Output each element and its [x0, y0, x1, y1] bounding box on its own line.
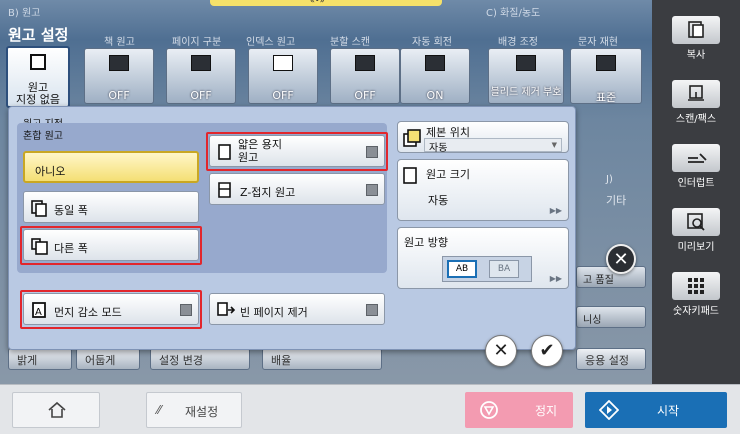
orientation-options: AB BA: [442, 256, 532, 282]
tile-index[interactable]: OFF: [248, 48, 318, 104]
right-sidebar: 복사 스캔/팩스 인터럽트 미리보기 숫자키패드: [652, 0, 740, 384]
tile-original-spec[interactable]: 원고 지정 없음: [6, 46, 70, 108]
tile-bg-adjust[interactable]: 블리드 제거 부호: [488, 48, 564, 104]
highlight-thin-paper: [206, 132, 388, 171]
home-button[interactable]: [12, 392, 100, 428]
scan-icon: [688, 85, 704, 101]
tile-book[interactable]: OFF: [84, 48, 154, 104]
start-icon: [599, 400, 619, 420]
original-spec-dialog: 원고 지정 혼합 원고 아니오 동일 폭 다른 폭 얇은 용지 원고 Z-접지 …: [8, 106, 576, 367]
blank-page-icon: [217, 302, 236, 316]
tab-split-label: 분할 스캔: [330, 37, 370, 48]
page-title: 원고 설정: [8, 26, 69, 44]
same-width-icon: [31, 200, 47, 217]
split-scan-icon: [355, 55, 375, 71]
highlight-dust: [20, 290, 202, 329]
group-c-label: C) 화질/농도: [486, 8, 541, 19]
tab-rotate-label: 자동 회전: [412, 37, 452, 48]
func-j-label: J): [606, 174, 613, 185]
orientation-panel[interactable]: 원고 방향 AB BA ▶▶: [397, 227, 569, 289]
index-icon: [273, 55, 293, 71]
reset-icon: ⁄⁄: [157, 403, 162, 417]
binding-combo[interactable]: 자동 ▼: [424, 138, 562, 154]
dark-button[interactable]: 어둡게: [76, 348, 140, 370]
tab-bg-label: 배경 조정: [498, 37, 538, 48]
start-button[interactable]: 시작: [585, 392, 727, 428]
preview-icon: [687, 213, 705, 231]
ratio-button[interactable]: 배율: [262, 348, 382, 370]
blank-checkbox[interactable]: [366, 304, 378, 316]
no-button[interactable]: 아니오: [23, 151, 199, 183]
chevron-down-icon: ▼: [551, 141, 557, 149]
tab-page-label: 페이지 구분: [172, 37, 222, 48]
highlight-diff-width: [20, 226, 202, 265]
tile-page-separate[interactable]: OFF: [166, 48, 236, 104]
bright-button[interactable]: 밝게: [8, 348, 72, 370]
sidebar-item-preview[interactable]: 미리보기: [652, 202, 740, 253]
sidebar-item-copy[interactable]: 복사: [652, 10, 740, 61]
change-setting-button[interactable]: 설정 변경: [150, 348, 250, 370]
home-icon: [48, 401, 66, 418]
text-repro-icon: [596, 55, 616, 71]
book-icon: [109, 55, 129, 71]
tile-split-scan[interactable]: OFF: [330, 48, 400, 104]
ok-button[interactable]: ✔: [531, 335, 563, 367]
forward-arrow-icon: ▶▶: [549, 206, 562, 215]
mixed-label: 혼합 원고: [23, 131, 63, 142]
page-split-icon: [191, 55, 211, 71]
copy-icon: [688, 21, 704, 38]
reset-button[interactable]: ⁄⁄ 재설정: [146, 392, 242, 428]
forward-arrow-icon: ▶▶: [549, 274, 562, 283]
same-width-button[interactable]: 동일 폭: [23, 191, 199, 223]
orientation-ba-icon[interactable]: BA: [489, 260, 519, 278]
top-handle[interactable]: «•»: [210, 0, 442, 6]
interrupt-icon: [688, 153, 707, 163]
zfold-button[interactable]: Z-접지 원고: [209, 173, 385, 205]
original-doc-icon: [30, 54, 46, 70]
other-label: 기타: [606, 194, 627, 207]
keypad-icon: [688, 278, 704, 294]
binding-icon: [403, 129, 421, 147]
cancel-button[interactable]: ✕: [485, 335, 517, 367]
sidebar-item-interrupt[interactable]: 인터럽트: [652, 138, 740, 189]
doc-size-icon: [403, 167, 417, 184]
bottom-bar: ⁄⁄ 재설정 정지 시작: [0, 384, 740, 434]
tab-text-label: 문자 재현: [578, 37, 618, 48]
orientation-ab-icon[interactable]: AB: [447, 260, 477, 278]
tile-auto-rotate[interactable]: ON: [400, 48, 470, 104]
app-setting-button[interactable]: 응용 설정: [576, 348, 646, 370]
sidebar-item-keypad[interactable]: 숫자키패드: [652, 266, 740, 317]
rotate-icon: [425, 55, 445, 71]
bg-adjust-icon: [516, 55, 536, 71]
tile-text-repro[interactable]: 표준: [570, 48, 642, 104]
zfold-checkbox[interactable]: [366, 184, 378, 196]
stop-icon: [480, 401, 498, 419]
tab-index-label: 인덱스 원고: [246, 37, 296, 48]
binding-position-panel[interactable]: 제본 위치 자동 ▼: [397, 121, 569, 154]
original-size-panel[interactable]: 원고 크기 자동 ▶▶: [397, 159, 569, 221]
close-button[interactable]: ✕: [606, 244, 636, 274]
sidebar-item-scan-fax[interactable]: 스캔/팩스: [652, 74, 740, 125]
blank-page-remove-button[interactable]: 빈 페이지 제거: [209, 293, 385, 325]
tab-book-label: 책 원고: [104, 37, 135, 48]
zfold-icon: [218, 182, 231, 198]
color-button[interactable]: 니싱: [576, 306, 646, 328]
group-b-label: B) 원고: [8, 8, 41, 19]
stop-button[interactable]: 정지: [465, 392, 573, 428]
